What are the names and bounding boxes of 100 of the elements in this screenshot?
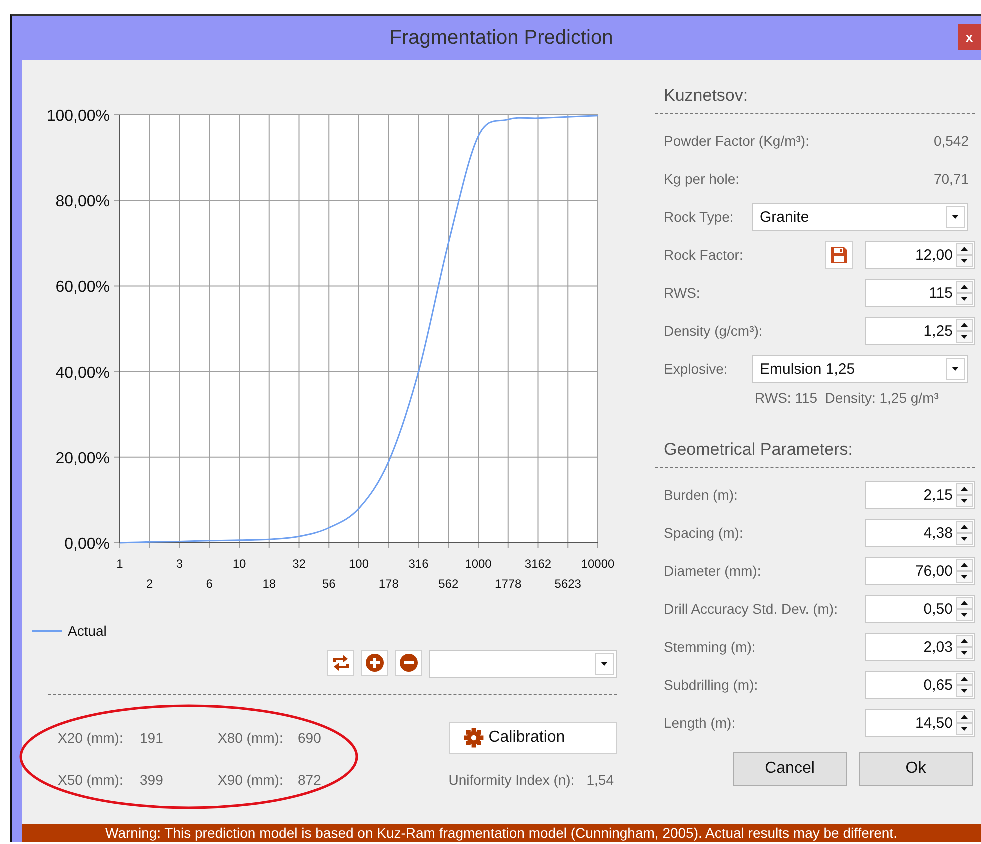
legend-line-icon <box>32 629 62 633</box>
spin-field[interactable]: 76,00 <box>865 557 975 585</box>
caret-down-icon <box>952 367 959 371</box>
caret-up-icon <box>961 677 968 681</box>
dropdown-field[interactable]: Emulsion 1,25 <box>752 355 968 383</box>
dropdown-field[interactable]: Granite <box>752 203 968 231</box>
caret-down-icon <box>952 215 959 219</box>
axis-tick-label: 3 <box>176 557 184 571</box>
field-label: Length (m): <box>664 715 737 731</box>
axis-tick-label: 3162 <box>524 557 552 571</box>
result-label: X80 (mm): <box>218 730 284 746</box>
spin-field[interactable]: 12,00 <box>865 241 975 269</box>
spin-down-button[interactable] <box>956 255 973 267</box>
spin-field[interactable]: 0,65 <box>865 671 975 699</box>
axis-tick-label: 10000 <box>581 557 615 571</box>
caret-up-icon <box>961 639 968 643</box>
field-label: Burden (m): <box>664 487 739 503</box>
window-title: Fragmentation Prediction <box>390 26 614 50</box>
calibration-button[interactable]: Calibration <box>448 722 617 754</box>
axis-tick-label: 56 <box>322 577 336 590</box>
spin-down-button[interactable] <box>956 533 973 545</box>
axis-tick-label: 10 <box>232 557 246 571</box>
spin-down-button[interactable] <box>956 495 973 507</box>
axis-tick-label: 32 <box>292 557 306 571</box>
arrows-icon <box>330 653 350 673</box>
axis-tick-label: 2 <box>146 577 154 590</box>
caret-down-icon <box>601 662 608 666</box>
axis-tick-label: 1778 <box>495 577 522 590</box>
cancel-button[interactable]: Cancel <box>733 752 847 786</box>
spin-up-button[interactable] <box>956 559 973 571</box>
spin-down-button[interactable] <box>956 571 973 583</box>
axis-tick-label: 6 <box>206 577 213 590</box>
axis-tick-label: 562 <box>438 577 459 590</box>
spin-field[interactable]: 115 <box>865 279 975 307</box>
dropdown-button[interactable] <box>595 653 614 675</box>
spin-down-button[interactable] <box>956 331 973 343</box>
axis-tick-label: 20,00% <box>56 450 110 468</box>
axis-tick-label: 178 <box>378 577 399 590</box>
field-label: Diameter (mm): <box>664 563 762 579</box>
result-label: X20 (mm): <box>58 730 124 746</box>
spin-up-button[interactable] <box>956 597 973 609</box>
uniformity-label: Uniformity Index (n): <box>448 772 575 788</box>
spin-up-button[interactable] <box>956 319 973 331</box>
spin-up-button[interactable] <box>956 635 973 647</box>
result-value: 872 <box>298 772 322 788</box>
result-value: 399 <box>140 772 164 788</box>
reset-view-button[interactable] <box>327 650 354 676</box>
result-value: 690 <box>298 730 322 746</box>
caret-down-icon <box>961 335 968 339</box>
spin-up-button[interactable] <box>956 711 973 723</box>
spin-field[interactable]: 0,50 <box>865 595 975 623</box>
dropdown-field[interactable] <box>429 650 617 678</box>
spin-field[interactable]: 4,38 <box>865 519 975 547</box>
caret-down-icon <box>961 537 968 541</box>
caret-down-icon <box>961 727 968 731</box>
axis-tick-label: 100 <box>348 557 370 571</box>
spin-down-button[interactable] <box>956 609 973 621</box>
spin-field[interactable]: 14,50 <box>865 709 975 737</box>
caret-down-icon <box>961 575 968 579</box>
caret-down-icon <box>961 613 968 617</box>
spin-field[interactable]: 1,25 <box>865 317 975 345</box>
zoom-out-button[interactable] <box>395 650 422 676</box>
spin-up-button[interactable] <box>956 521 973 533</box>
caret-down-icon <box>961 651 968 655</box>
field-label: Spacing (m): <box>664 525 744 541</box>
zoom-in-button[interactable] <box>361 650 388 676</box>
save-button[interactable] <box>825 241 853 269</box>
spin-up-button[interactable] <box>956 281 973 293</box>
caret-up-icon <box>961 601 968 605</box>
axis-tick-label: 80,00% <box>56 194 110 211</box>
field-label: Stemming (m): <box>664 639 757 655</box>
spin-field[interactable]: 2,03 <box>865 633 975 661</box>
minus-icon <box>398 653 418 673</box>
field-value: 0,542 <box>934 133 970 149</box>
caret-up-icon <box>961 247 968 251</box>
caret-down-icon <box>961 689 968 693</box>
result-label: X90 (mm): <box>218 772 284 788</box>
close-button[interactable]: x <box>958 24 981 50</box>
spin-down-button[interactable] <box>956 647 973 659</box>
result-label: X50 (mm): <box>58 772 124 788</box>
spin-down-button[interactable] <box>956 293 973 305</box>
caret-down-icon <box>961 297 968 301</box>
field-label: Powder Factor (Kg/m³): <box>664 133 810 149</box>
field-label: Explosive: <box>664 361 729 377</box>
field-label: Drill Accuracy Std. Dev. (m): <box>664 601 839 617</box>
spin-up-button[interactable] <box>956 483 973 495</box>
spin-down-button[interactable] <box>956 723 973 735</box>
axis-tick-label: 316 <box>408 557 429 571</box>
caret-up-icon <box>961 323 968 327</box>
ok-button[interactable]: Ok <box>859 752 973 786</box>
save-icon <box>830 246 848 264</box>
caret-up-icon <box>961 285 968 289</box>
legend-label: Actual <box>68 623 107 639</box>
spin-up-button[interactable] <box>956 673 973 685</box>
spin-field[interactable]: 2,15 <box>865 481 975 509</box>
dropdown-button[interactable] <box>946 358 965 380</box>
spin-down-button[interactable] <box>956 685 973 697</box>
spin-up-button[interactable] <box>956 243 973 255</box>
dropdown-button[interactable] <box>946 206 965 228</box>
axis-tick-label: 100,00% <box>46 108 110 125</box>
